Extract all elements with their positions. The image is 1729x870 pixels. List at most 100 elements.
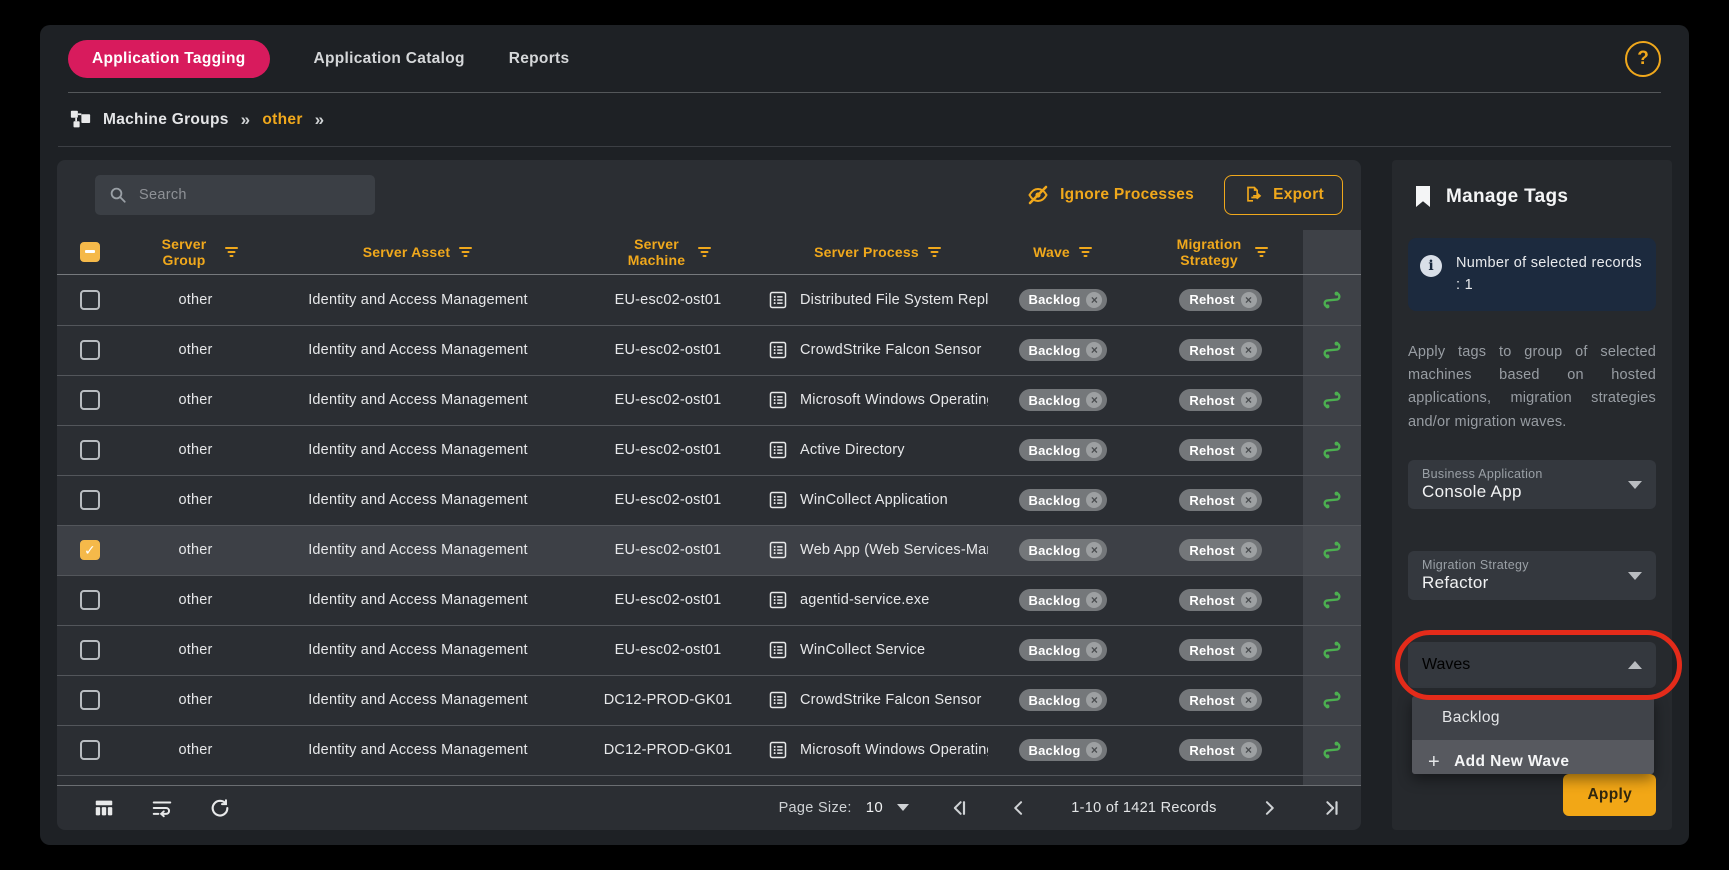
- cell-server-asset: Identity and Access Management: [268, 542, 568, 558]
- row-checkbox[interactable]: [80, 440, 100, 460]
- route-icon[interactable]: [1321, 689, 1343, 711]
- previous-page-button[interactable]: [1009, 798, 1029, 818]
- row-checkbox[interactable]: [80, 390, 100, 410]
- breadcrumb-separator: »: [241, 110, 251, 130]
- table-row[interactable]: other Identity and Access Management EU-…: [57, 275, 1361, 325]
- route-icon[interactable]: [1321, 489, 1343, 511]
- breadcrumb-machine-groups[interactable]: Machine Groups: [103, 111, 229, 129]
- remove-wave-icon[interactable]: ×: [1086, 692, 1102, 708]
- process-table-card: Ignore Processes Export: [57, 160, 1361, 830]
- table-row[interactable]: other Identity and Access Management EU-…: [57, 575, 1361, 625]
- breadcrumb-other[interactable]: other: [262, 111, 302, 129]
- waves-dropdown-menu: Backlog + Add New Wave: [1412, 696, 1654, 774]
- process-list-icon: [768, 540, 788, 560]
- cell-server-group: other: [123, 492, 268, 508]
- filter-icon[interactable]: [224, 246, 239, 258]
- cell-server-machine: EU-esc02-ost01: [568, 542, 768, 558]
- row-checkbox[interactable]: [80, 540, 100, 560]
- remove-wave-icon[interactable]: ×: [1086, 392, 1102, 408]
- top-nav: Application Tagging Application Catalog …: [40, 25, 1689, 92]
- row-checkbox[interactable]: [80, 690, 100, 710]
- tab-reports[interactable]: Reports: [509, 50, 570, 68]
- cell-server-machine: EU-esc02-ost01: [568, 642, 768, 658]
- remove-strategy-icon[interactable]: ×: [1241, 592, 1257, 608]
- remove-strategy-icon[interactable]: ×: [1241, 442, 1257, 458]
- remove-wave-icon[interactable]: ×: [1086, 542, 1102, 558]
- business-application-value: Console App: [1422, 482, 1642, 502]
- add-new-wave-item[interactable]: + Add New Wave: [1412, 740, 1654, 774]
- remove-strategy-icon[interactable]: ×: [1241, 392, 1257, 408]
- filter-icon[interactable]: [697, 246, 712, 258]
- export-icon: [1243, 185, 1263, 205]
- waves-select[interactable]: Waves: [1408, 642, 1656, 688]
- table-body: other Identity and Access Management EU-…: [57, 275, 1361, 775]
- table-row[interactable]: other Identity and Access Management EU-…: [57, 375, 1361, 425]
- remove-strategy-icon[interactable]: ×: [1241, 542, 1257, 558]
- table-row[interactable]: other Identity and Access Management EU-…: [57, 475, 1361, 525]
- filter-icon[interactable]: [927, 246, 942, 258]
- row-checkbox[interactable]: [80, 290, 100, 310]
- menu-items-container: Backlog: [1412, 696, 1654, 740]
- route-icon[interactable]: [1321, 339, 1343, 361]
- route-icon[interactable]: [1321, 589, 1343, 611]
- remove-strategy-icon[interactable]: ×: [1241, 742, 1257, 758]
- table-row[interactable]: other Identity and Access Management EU-…: [57, 425, 1361, 475]
- table-row[interactable]: other Identity and Access Management EU-…: [57, 325, 1361, 375]
- remove-wave-icon[interactable]: ×: [1086, 442, 1102, 458]
- strategy-badge-label: Rehost: [1189, 693, 1234, 708]
- wave-badge: Backlog ×: [1019, 539, 1108, 561]
- wave-menu-item[interactable]: Backlog: [1412, 696, 1654, 740]
- columns-icon[interactable]: [93, 797, 115, 819]
- table-row[interactable]: other Identity and Access Management DC1…: [57, 725, 1361, 775]
- row-checkbox[interactable]: [80, 340, 100, 360]
- row-checkbox[interactable]: [80, 490, 100, 510]
- table-row[interactable]: other Identity and Access Management EU-…: [57, 625, 1361, 675]
- tab-application-tagging[interactable]: Application Tagging: [68, 40, 270, 78]
- first-page-button[interactable]: [949, 798, 969, 818]
- row-checkbox[interactable]: [80, 590, 100, 610]
- last-page-button[interactable]: [1319, 798, 1339, 818]
- help-icon[interactable]: ?: [1625, 41, 1661, 77]
- apply-button[interactable]: Apply: [1563, 774, 1656, 816]
- remove-strategy-icon[interactable]: ×: [1241, 292, 1257, 308]
- remove-wave-icon[interactable]: ×: [1086, 492, 1102, 508]
- row-checkbox[interactable]: [80, 740, 100, 760]
- route-icon[interactable]: [1321, 289, 1343, 311]
- remove-wave-icon[interactable]: ×: [1086, 742, 1102, 758]
- next-page-button[interactable]: [1259, 798, 1279, 818]
- route-icon[interactable]: [1321, 539, 1343, 561]
- filter-icon[interactable]: [1254, 246, 1269, 258]
- migration-strategy-select[interactable]: Migration Strategy Refactor: [1408, 551, 1656, 600]
- route-icon[interactable]: [1321, 739, 1343, 761]
- route-icon[interactable]: [1321, 639, 1343, 661]
- remove-strategy-icon[interactable]: ×: [1241, 342, 1257, 358]
- ignore-processes-button[interactable]: Ignore Processes: [1026, 183, 1194, 207]
- remove-strategy-icon[interactable]: ×: [1241, 642, 1257, 658]
- process-list-icon: [768, 290, 788, 310]
- cell-server-process: Active Directory: [800, 442, 905, 458]
- search-input[interactable]: [139, 187, 361, 203]
- col-server-process: Server Process: [814, 244, 919, 260]
- remove-strategy-icon[interactable]: ×: [1241, 492, 1257, 508]
- business-application-select[interactable]: Business Application Console App: [1408, 460, 1656, 509]
- route-icon[interactable]: [1321, 389, 1343, 411]
- filter-icon[interactable]: [1078, 246, 1093, 258]
- remove-strategy-icon[interactable]: ×: [1241, 692, 1257, 708]
- wrap-text-icon[interactable]: [151, 797, 173, 819]
- migration-strategy-value: Refactor: [1422, 573, 1642, 593]
- page-size-select[interactable]: Page Size: 10: [779, 799, 909, 816]
- remove-wave-icon[interactable]: ×: [1086, 342, 1102, 358]
- cell-server-group: other: [123, 442, 268, 458]
- remove-wave-icon[interactable]: ×: [1086, 642, 1102, 658]
- filter-icon[interactable]: [458, 246, 473, 258]
- row-checkbox[interactable]: [80, 640, 100, 660]
- select-all-checkbox[interactable]: [80, 242, 100, 262]
- tab-application-catalog[interactable]: Application Catalog: [314, 50, 465, 68]
- remove-wave-icon[interactable]: ×: [1086, 292, 1102, 308]
- table-row[interactable]: other Identity and Access Management EU-…: [57, 525, 1361, 575]
- refresh-icon[interactable]: [209, 797, 231, 819]
- remove-wave-icon[interactable]: ×: [1086, 592, 1102, 608]
- export-button[interactable]: Export: [1224, 175, 1343, 215]
- route-icon[interactable]: [1321, 439, 1343, 461]
- table-row[interactable]: other Identity and Access Management DC1…: [57, 675, 1361, 725]
